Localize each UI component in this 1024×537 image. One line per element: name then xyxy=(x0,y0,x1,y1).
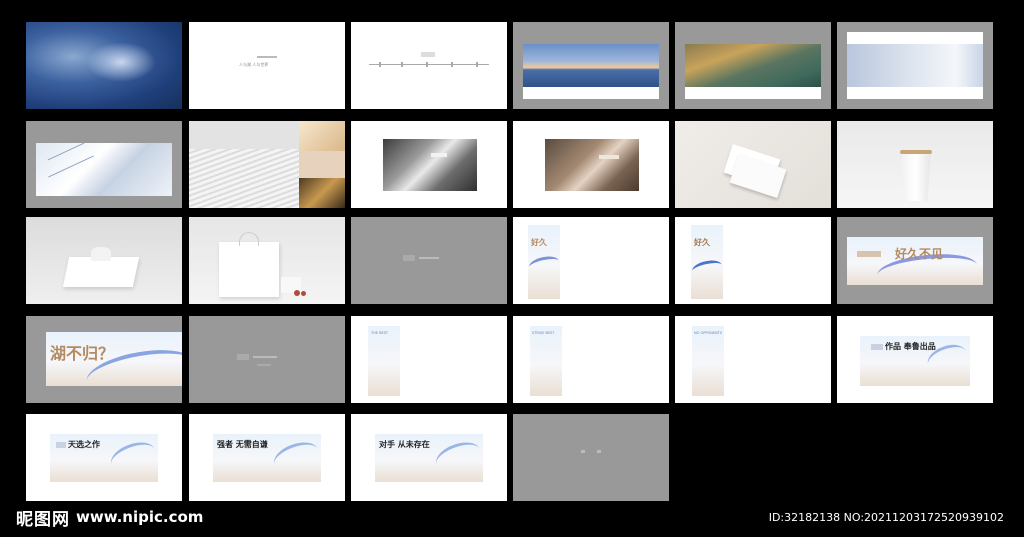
slide-poster-strive-best[interactable]: STRIVE BEST xyxy=(513,316,669,403)
slide-golden-water-banner[interactable] xyxy=(675,22,831,109)
banner-title-haojiu: 好久不见 xyxy=(895,247,944,261)
slide-gray-divider-2[interactable] xyxy=(189,316,345,403)
slide-banner-duishou[interactable]: 对手 从未存在 xyxy=(351,414,507,501)
slide-banner-tianxuan[interactable]: 天选之作 xyxy=(26,414,182,501)
slide-sunset-banner[interactable] xyxy=(513,22,669,109)
slide-chrome-abstract[interactable] xyxy=(351,121,507,208)
banner-title-duishou: 对手 从未存在 xyxy=(379,439,430,449)
poster-heading-strive-best: STRIVE BEST xyxy=(532,331,555,335)
slide-cup-mockup[interactable] xyxy=(837,121,993,208)
slide-bronze-abstract[interactable] xyxy=(513,121,669,208)
banner-title-zuopin: 作品 奉鲁出品 xyxy=(885,341,936,351)
slide-title-intro[interactable]: 人与湖 人与世界 xyxy=(189,22,345,109)
slide-gray-end[interactable] xyxy=(513,414,669,501)
intro-title: 人与湖 人与世界 xyxy=(239,62,269,67)
slide-timeline[interactable] xyxy=(351,22,507,109)
slide-banner-zuopin[interactable]: 作品 奉鲁出品 xyxy=(837,316,993,403)
slide-banner-haojiubujian[interactable]: 好久不见 xyxy=(837,217,993,304)
slide-glass-banner[interactable] xyxy=(837,22,993,109)
watermark-id: ID:32182138 NO:20211203172520939102 xyxy=(768,510,1004,524)
slide-ocean-texture[interactable] xyxy=(26,22,182,109)
slide-gray-divider[interactable] xyxy=(351,217,507,304)
nipic-watermark-logo: 昵图网 www.nipic.com xyxy=(16,505,204,530)
banner-title-qiangzhe: 强者 无需自谦 xyxy=(217,439,268,449)
slide-wave-gold-collage[interactable] xyxy=(189,121,345,208)
poster-heading-the-best: THE BEST xyxy=(371,331,389,335)
watermark-brand: 昵图网 xyxy=(16,509,70,530)
poster-heading-no-opponents: NO OPPONENTS xyxy=(694,331,723,335)
watermark-url: www.nipic.com xyxy=(76,508,204,526)
slide-poster-the-best[interactable]: THE BEST xyxy=(351,316,507,403)
banner-title-tianxuan: 天选之作 xyxy=(68,439,100,449)
slide-architecture-banner[interactable] xyxy=(26,121,182,208)
banner-title-hubugui: 湖不归？ xyxy=(50,344,115,363)
slide-shopping-bag-mockup[interactable] xyxy=(189,217,345,304)
slide-banner-hubugui[interactable]: 湖不归？ xyxy=(26,316,182,403)
slide-poster-no-opponents[interactable]: NO OPPONENTS xyxy=(675,316,831,403)
slide-poster-haijiu-b[interactable]: 好久 xyxy=(675,217,831,304)
slide-poster-haijiu-a[interactable]: 好久 xyxy=(513,217,669,304)
slide-banner-qiangzhe[interactable]: 强者 无需自谦 xyxy=(189,414,345,501)
slide-business-card-mockup[interactable] xyxy=(675,121,831,208)
slide-tissue-box-mockup[interactable] xyxy=(26,217,182,304)
